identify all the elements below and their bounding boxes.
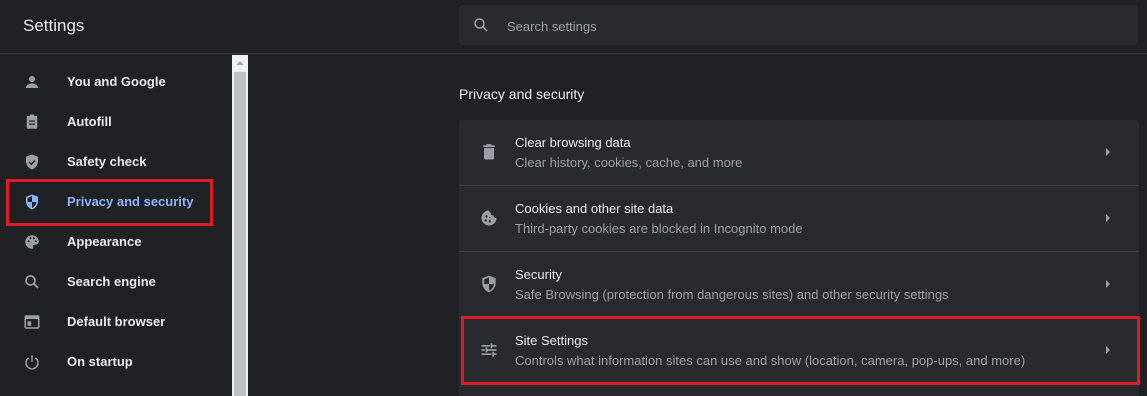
palette-icon — [25, 235, 39, 249]
row-subtitle: Clear history, cookies, cache, and more — [515, 155, 743, 170]
chevron-right-icon — [1106, 214, 1110, 222]
sidebar-item-safety-check[interactable]: Safety check — [0, 142, 232, 182]
row-subtitle: Safe Browsing (protection from dangerous… — [515, 287, 949, 302]
row-title: Security — [515, 267, 562, 282]
sidebar-item-label: Autofill — [67, 114, 112, 129]
sidebar-item-appearance[interactable]: Appearance — [0, 222, 232, 262]
shield-check-icon — [26, 154, 38, 170]
sidebar-item-label: You and Google — [67, 74, 166, 89]
scrollbar-thumb[interactable] — [234, 72, 246, 396]
sidebar-item-label: Privacy and security — [67, 194, 194, 209]
row-title: Cookies and other site data — [515, 201, 674, 216]
cookie-icon — [481, 210, 497, 226]
search-icon — [25, 275, 39, 289]
clipboard-icon — [26, 114, 38, 129]
sidebar: You and Google Autofill Safety check Pri… — [0, 55, 232, 396]
trash-icon — [483, 144, 495, 160]
row-subtitle: Third-party cookies are blocked in Incog… — [515, 221, 803, 236]
shield-icon — [482, 275, 496, 293]
sidebar-scrollbar[interactable] — [232, 55, 248, 396]
section-title: Privacy and security — [459, 86, 585, 102]
row-title: Site Settings — [515, 333, 588, 348]
row-clear-browsing-data[interactable]: Clear browsing data Clear history, cooki… — [459, 120, 1139, 185]
shield-icon — [26, 194, 38, 210]
search-box[interactable] — [459, 5, 1138, 47]
sidebar-item-you-and-google[interactable]: You and Google — [0, 62, 232, 102]
chevron-right-icon — [1106, 280, 1110, 288]
sidebar-item-label: Default browser — [67, 314, 166, 329]
row-title: Clear browsing data — [515, 135, 631, 150]
sidebar-item-default-browser[interactable]: Default browser — [0, 302, 232, 342]
sidebar-item-autofill[interactable]: Autofill — [0, 102, 232, 142]
sidebar-item-label: Appearance — [67, 234, 142, 249]
sidebar-item-on-startup[interactable]: On startup — [0, 342, 232, 382]
tune-icon — [481, 343, 497, 357]
sidebar-item-search-engine[interactable]: Search engine — [0, 262, 232, 302]
power-icon — [25, 355, 39, 370]
row-cookies[interactable]: Cookies and other site data Third-party … — [459, 186, 1139, 251]
person-icon — [26, 76, 38, 88]
row-subtitle: Controls what information sites can use … — [515, 353, 1026, 368]
top-bar: Settings — [0, 0, 1147, 54]
search-input[interactable] — [505, 5, 1109, 47]
search-icon — [474, 18, 488, 32]
arrow-up-icon — [236, 61, 244, 65]
chevron-right-icon — [1106, 346, 1110, 354]
sidebar-item-privacy-and-security[interactable]: Privacy and security — [0, 182, 232, 222]
chevron-right-icon — [1106, 148, 1110, 156]
page-title: Settings — [23, 16, 85, 35]
settings-card: Clear browsing data Clear history, cooki… — [459, 120, 1139, 396]
browser-icon — [24, 315, 40, 329]
sidebar-item-label: Search engine — [67, 274, 156, 289]
row-security[interactable]: Security Safe Browsing (protection from … — [459, 252, 1139, 317]
scroll-up-button[interactable] — [232, 55, 248, 71]
row-site-settings[interactable]: Site Settings Controls what information … — [459, 318, 1139, 383]
sidebar-item-label: On startup — [67, 354, 133, 369]
sidebar-item-label: Safety check — [67, 154, 147, 169]
